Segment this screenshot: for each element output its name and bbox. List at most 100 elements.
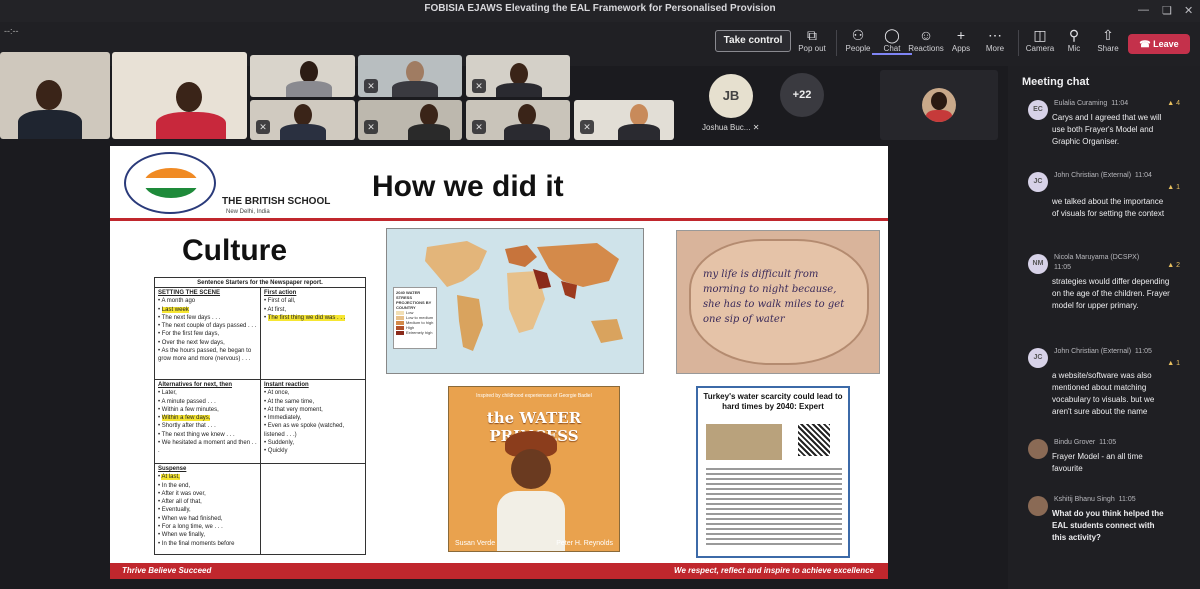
footer-values: We respect, reflect and inspire to achie… bbox=[674, 566, 874, 575]
message-meta: John Christian (External) 11:04 bbox=[1054, 172, 1152, 179]
participant-body bbox=[18, 110, 82, 139]
article-title: Turkey's water scarcity could lead to ha… bbox=[703, 392, 843, 411]
reaction-badge[interactable]: ▲ 4 bbox=[1167, 100, 1180, 107]
list-item: • At the same time, bbox=[264, 398, 315, 405]
list-item: • At that very moment, bbox=[264, 406, 323, 413]
minimize-icon[interactable]: — bbox=[1138, 4, 1149, 16]
list-item: • Even as we spoke (watched, listened . … bbox=[264, 423, 345, 438]
crest-emblem bbox=[144, 168, 198, 198]
avatar-body bbox=[926, 110, 952, 122]
clay-pot-writing-image: my life is difficult from morning to nig… bbox=[676, 230, 880, 374]
cell-heading: First action bbox=[264, 290, 297, 296]
participant-head bbox=[300, 61, 318, 83]
participant-name-text: Joshua Buc... bbox=[702, 123, 751, 132]
leave-button[interactable]: ☎ Leave bbox=[1128, 34, 1190, 54]
more-button[interactable]: ⋯ More bbox=[975, 26, 1015, 53]
video-tile[interactable]: ✕ bbox=[250, 100, 355, 140]
list-item: • Within a few days, bbox=[158, 415, 211, 422]
more-participants-button[interactable]: +22 bbox=[780, 73, 824, 117]
leave-label: Leave bbox=[1153, 39, 1179, 49]
cell-setting-scene: SETTING THE SCENE • A month ago • Last w… bbox=[155, 288, 261, 380]
participant-head bbox=[518, 104, 536, 126]
phone-icon: ☎ bbox=[1139, 39, 1154, 49]
list-item: • Quickly bbox=[264, 448, 288, 455]
participant-head bbox=[510, 63, 528, 85]
mic-muted-icon: ✕ bbox=[256, 120, 270, 134]
chat-label: Chat bbox=[883, 44, 901, 53]
apps-label: Apps bbox=[951, 44, 971, 53]
message-meta: John Christian (External) 11:05 bbox=[1054, 348, 1152, 355]
list-item: • Later, bbox=[158, 390, 177, 397]
reaction-badge[interactable]: ▲ 1 bbox=[1167, 184, 1180, 191]
girl-illustration-head bbox=[511, 449, 551, 489]
maximize-icon[interactable]: ❏ bbox=[1162, 4, 1172, 17]
list-item: • For the first few days, bbox=[158, 331, 220, 338]
list-item: • When we had finished, bbox=[158, 515, 223, 522]
participant-head bbox=[630, 104, 648, 126]
message-text: What do you think helped the EAL student… bbox=[1052, 509, 1164, 542]
more-label: More bbox=[985, 44, 1005, 53]
slide-header: THE BRITISH SCHOOL New Delhi, India How … bbox=[110, 146, 888, 216]
people-label: People bbox=[845, 44, 871, 53]
share-icon: ⇧ bbox=[1102, 27, 1114, 43]
toolbar-divider bbox=[836, 30, 837, 56]
participant-head bbox=[176, 82, 202, 112]
list-item: • At first, bbox=[264, 306, 287, 313]
sender-avatar: JC bbox=[1028, 172, 1048, 192]
message-text: Frayer Model - an all time favourite bbox=[1052, 452, 1143, 473]
meeting-chat-panel: Meeting chat EC Eulalia Curaming 11:04 ▲… bbox=[1008, 66, 1200, 589]
news-article-image: Turkey's water scarcity could lead to ha… bbox=[696, 386, 850, 558]
list-item: • Last week bbox=[158, 306, 189, 313]
school-location: New Delhi, India bbox=[226, 209, 270, 215]
cell-heading: SETTING THE SCENE bbox=[158, 290, 221, 296]
video-tile[interactable]: ✕ bbox=[358, 55, 462, 97]
video-tile[interactable]: ✕ bbox=[466, 55, 570, 97]
thumbs-up-icon: ▲ bbox=[1167, 262, 1175, 269]
water-princess-book-cover: Inspired by childhood experiences of Geo… bbox=[448, 386, 620, 552]
reaction-badge[interactable]: ▲ 1 bbox=[1167, 360, 1180, 367]
participant-body bbox=[286, 81, 332, 97]
participant-name: Joshua Buc... ✕ bbox=[702, 123, 759, 132]
video-tile[interactable] bbox=[112, 52, 247, 139]
close-icon[interactable]: ✕ bbox=[1184, 4, 1193, 17]
message-meta: Kshitij Bhanu Singh 11:05 bbox=[1054, 496, 1136, 503]
participant-body bbox=[392, 81, 438, 97]
book-authors: Susan Verde Peter H. Reynolds bbox=[455, 540, 613, 547]
participant-body bbox=[504, 124, 550, 140]
cell-instant-reaction: Instant reaction • At once, • At the sam… bbox=[261, 380, 365, 464]
mic-muted-icon: ✕ bbox=[752, 123, 760, 132]
participant-body bbox=[496, 83, 542, 97]
popout-button[interactable]: ⧉ Pop out bbox=[792, 26, 832, 53]
mic-label: Mic bbox=[1067, 44, 1081, 53]
sender-avatar: JC bbox=[1028, 348, 1048, 368]
video-tile[interactable]: ✕ bbox=[466, 100, 570, 140]
message-meta: Bindu Grover 11:05 bbox=[1054, 439, 1117, 446]
legend-swatch bbox=[396, 330, 404, 335]
share-button[interactable]: ⇧ Share bbox=[1088, 26, 1128, 53]
legend-item: Extremely high bbox=[396, 330, 434, 335]
participant-head bbox=[36, 80, 62, 110]
take-control-button[interactable]: Take control bbox=[715, 30, 791, 52]
thumbs-up-icon: ▲ bbox=[1167, 184, 1175, 191]
video-tile[interactable] bbox=[0, 52, 110, 139]
book-subtitle: Inspired by childhood experiences of Geo… bbox=[476, 393, 592, 399]
reactions-button[interactable]: ☺ Reactions bbox=[906, 26, 946, 53]
reactions-icon: ☺ bbox=[918, 27, 934, 43]
meeting-timer: --:-- bbox=[4, 26, 19, 36]
self-video-tile[interactable] bbox=[880, 70, 998, 140]
video-tile[interactable]: ✕ bbox=[358, 100, 462, 140]
video-tile[interactable] bbox=[250, 55, 355, 97]
meeting-title: FOBISIA EJAWS Elevating the EAL Framewor… bbox=[424, 3, 776, 14]
pot-handwriting: my life is difficult from morning to nig… bbox=[703, 269, 845, 325]
participant-avatar-jb[interactable]: JB bbox=[709, 74, 753, 118]
avatar-head bbox=[931, 92, 947, 110]
list-item: • Eventually, bbox=[158, 507, 191, 514]
book-author: Susan Verde bbox=[455, 540, 496, 547]
reaction-badge[interactable]: ▲ 2 bbox=[1167, 262, 1180, 269]
list-item: • A minute passed . . . bbox=[158, 398, 216, 405]
list-item: • At last, bbox=[158, 474, 180, 481]
video-tile[interactable]: ✕ bbox=[574, 100, 674, 140]
list-item: • The first thing we did was . . . bbox=[264, 314, 346, 321]
cell-heading: Suspense bbox=[158, 466, 187, 472]
book-illustrator: Peter H. Reynolds bbox=[556, 540, 613, 547]
